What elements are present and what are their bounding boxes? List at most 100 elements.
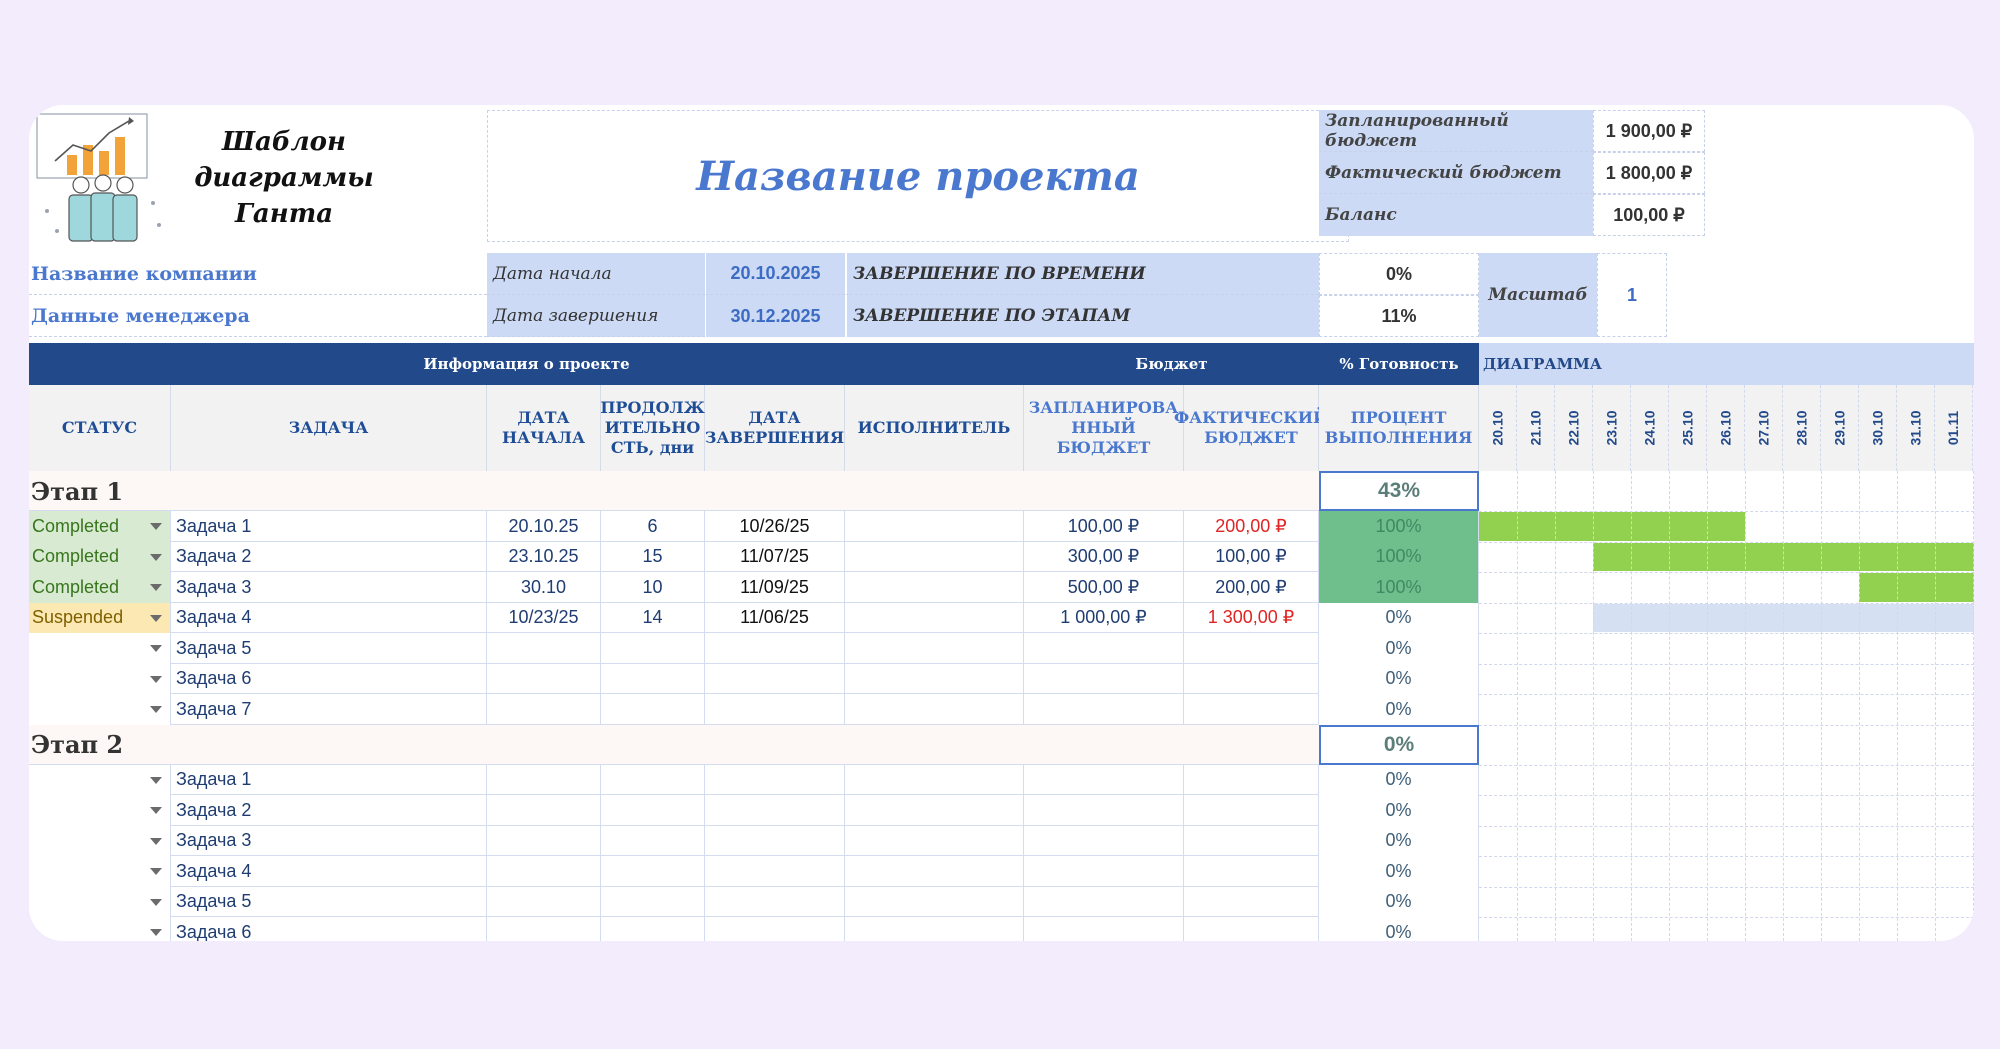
cell-assignee[interactable]	[845, 541, 1024, 572]
gantt-bar[interactable]	[1859, 573, 1974, 602]
cell-planned[interactable]	[1024, 825, 1184, 856]
cell-start[interactable]: 30.10	[487, 572, 601, 603]
cell-planned[interactable]	[1024, 633, 1184, 664]
status-dropdown[interactable]	[29, 694, 171, 725]
cell-duration[interactable]	[601, 663, 705, 694]
cell-duration[interactable]	[601, 825, 705, 856]
status-dropdown[interactable]	[29, 663, 171, 694]
cell-actual[interactable]	[1184, 663, 1319, 694]
chevron-down-icon[interactable]	[150, 645, 162, 653]
chevron-down-icon[interactable]	[150, 837, 162, 845]
status-dropdown[interactable]: Suspended	[29, 602, 171, 633]
chevron-down-icon[interactable]	[150, 807, 162, 815]
cell-start[interactable]	[487, 694, 601, 725]
balance-value[interactable]: 100,00 ₽	[1593, 194, 1705, 236]
cell-assignee[interactable]	[845, 764, 1024, 795]
cell-assignee[interactable]	[845, 602, 1024, 633]
cell-task[interactable]: Задача 7	[171, 694, 487, 725]
cell-duration[interactable]	[601, 856, 705, 887]
cell-task[interactable]: Задача 6	[171, 663, 487, 694]
cell-planned[interactable]	[1024, 856, 1184, 887]
cell-actual[interactable]: 100,00 ₽	[1184, 541, 1319, 572]
cell-actual[interactable]: 200,00 ₽	[1184, 572, 1319, 603]
chevron-down-icon[interactable]	[150, 776, 162, 784]
cell-duration[interactable]: 6	[601, 511, 705, 542]
cell-planned[interactable]: 300,00 ₽	[1024, 541, 1184, 572]
cell-planned[interactable]: 500,00 ₽	[1024, 572, 1184, 603]
cell-assignee[interactable]	[845, 795, 1024, 826]
status-dropdown[interactable]: Completed	[29, 541, 171, 572]
cell-start[interactable]: 20.10.25	[487, 511, 601, 542]
cell-planned[interactable]	[1024, 663, 1184, 694]
chevron-down-icon[interactable]	[150, 706, 162, 714]
cell-end[interactable]	[705, 886, 845, 917]
cell-planned[interactable]	[1024, 795, 1184, 826]
cell-end[interactable]	[705, 764, 845, 795]
cell-start[interactable]	[487, 663, 601, 694]
cell-assignee[interactable]	[845, 917, 1024, 941]
cell-start[interactable]	[487, 795, 601, 826]
status-dropdown[interactable]	[29, 795, 171, 826]
chevron-down-icon[interactable]	[150, 929, 162, 937]
cell-planned[interactable]: 100,00 ₽	[1024, 511, 1184, 542]
cell-start[interactable]	[487, 764, 601, 795]
chevron-down-icon[interactable]	[150, 868, 162, 876]
status-dropdown[interactable]	[29, 825, 171, 856]
cell-actual[interactable]	[1184, 917, 1319, 941]
end-date-value[interactable]: 30.12.2025	[705, 295, 845, 337]
cell-duration[interactable]: 14	[601, 602, 705, 633]
start-date-value[interactable]: 20.10.2025	[705, 253, 845, 295]
cell-duration[interactable]	[601, 886, 705, 917]
cell-duration[interactable]	[601, 633, 705, 664]
cell-task[interactable]: Задача 6	[171, 917, 487, 941]
cell-actual[interactable]	[1184, 633, 1319, 664]
cell-planned[interactable]	[1024, 917, 1184, 941]
cell-task[interactable]: Задача 4	[171, 856, 487, 887]
cell-actual[interactable]: 1 300,00 ₽	[1184, 602, 1319, 633]
status-dropdown[interactable]	[29, 633, 171, 664]
gantt-bar[interactable]	[1479, 512, 1745, 541]
cell-duration[interactable]	[601, 917, 705, 941]
status-dropdown[interactable]	[29, 764, 171, 795]
status-dropdown[interactable]: Completed	[29, 572, 171, 603]
chevron-down-icon[interactable]	[150, 614, 162, 622]
cell-end[interactable]: 11/07/25	[705, 541, 845, 572]
status-dropdown[interactable]: Completed	[29, 511, 171, 542]
cell-planned[interactable]	[1024, 694, 1184, 725]
cell-actual[interactable]: 200,00 ₽	[1184, 511, 1319, 542]
cell-assignee[interactable]	[845, 511, 1024, 542]
cell-end[interactable]: 11/09/25	[705, 572, 845, 603]
cell-task[interactable]: Задача 1	[171, 764, 487, 795]
stage-name[interactable]: Этап 1	[31, 471, 431, 511]
cell-start[interactable]	[487, 886, 601, 917]
cell-task[interactable]: Задача 2	[171, 541, 487, 572]
cell-end[interactable]	[705, 917, 845, 941]
cell-actual[interactable]	[1184, 856, 1319, 887]
cell-planned[interactable]	[1024, 764, 1184, 795]
cell-assignee[interactable]	[845, 663, 1024, 694]
cell-duration[interactable]	[601, 795, 705, 826]
planned-budget-value[interactable]: 1 900,00 ₽	[1593, 110, 1705, 152]
company-name-label[interactable]: Название компании	[29, 253, 487, 295]
cell-planned[interactable]: 1 000,00 ₽	[1024, 602, 1184, 633]
cell-start[interactable]	[487, 856, 601, 887]
cell-end[interactable]	[705, 633, 845, 664]
cell-start[interactable]: 10/23/25	[487, 602, 601, 633]
cell-task[interactable]: Задача 1	[171, 511, 487, 542]
cell-start[interactable]	[487, 825, 601, 856]
cell-planned[interactable]	[1024, 886, 1184, 917]
status-dropdown[interactable]	[29, 886, 171, 917]
cell-end[interactable]	[705, 694, 845, 725]
cell-task[interactable]: Задача 5	[171, 633, 487, 664]
status-dropdown[interactable]	[29, 917, 171, 941]
cell-end[interactable]	[705, 663, 845, 694]
cell-duration[interactable]	[601, 764, 705, 795]
cell-actual[interactable]	[1184, 825, 1319, 856]
cell-start[interactable]	[487, 633, 601, 664]
cell-duration[interactable]: 15	[601, 541, 705, 572]
manager-label[interactable]: Данные менеджера	[29, 295, 487, 337]
chevron-down-icon[interactable]	[150, 675, 162, 683]
chevron-down-icon[interactable]	[150, 898, 162, 906]
cell-actual[interactable]	[1184, 694, 1319, 725]
cell-duration[interactable]: 10	[601, 572, 705, 603]
